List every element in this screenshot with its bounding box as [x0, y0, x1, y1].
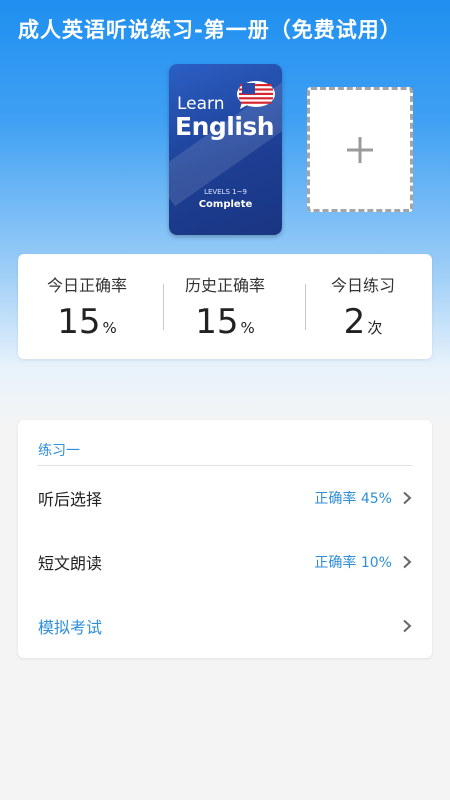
stat-label: 今日练习: [330, 276, 395, 295]
practice-item-read-aloud[interactable]: 短文朗读 正确率 10%: [38, 547, 412, 577]
book-levels-text: LEVELS 1~9: [204, 188, 247, 196]
stat-today-practice: 今日练习 2次: [294, 254, 432, 359]
stat-number: 2: [343, 302, 366, 342]
book-learn-text: Learn: [177, 94, 225, 114]
stat-label: 今日正确率: [46, 276, 127, 295]
practice-item-mock-exam[interactable]: 模拟考试: [38, 611, 412, 641]
add-book-button[interactable]: [307, 87, 413, 212]
book-english-text: English: [175, 112, 275, 141]
plus-icon: [347, 136, 373, 163]
practice-item-rate: 正确率 10%: [314, 555, 392, 571]
stat-number: 15: [57, 302, 101, 342]
practice-item-listen-choose[interactable]: 听后选择 正确率 45%: [38, 483, 412, 513]
stat-unit: %: [102, 319, 117, 337]
practice-item-label: 模拟考试: [38, 618, 103, 637]
chevron-right-icon: [403, 491, 412, 505]
chevron-right-icon: [403, 555, 412, 569]
book-cover[interactable]: Learn English LEVELS 1~9 Complete: [169, 64, 282, 235]
us-flag-icon: [237, 81, 275, 109]
stat-today-accuracy: 今日正确率 15%: [18, 254, 156, 359]
stat-value: 15%: [18, 302, 156, 342]
stat-label: 历史正确率: [184, 276, 265, 295]
practice-card: 练习一 听后选择 正确率 45% 短文朗读 正确率 10% 模拟考试: [18, 420, 432, 658]
practice-item-label: 短文朗读: [38, 554, 103, 573]
chevron-right-icon: [403, 619, 412, 633]
stat-value: 15%: [156, 302, 294, 342]
section-title: 练习一: [38, 443, 80, 459]
stats-card: 今日正确率 15% 历史正确率 15% 今日练习 2次: [18, 254, 432, 359]
stat-number: 15: [195, 302, 239, 342]
page-title: 成人英语听说练习-第一册（免费试用）: [18, 18, 402, 42]
practice-item-label: 听后选择: [38, 490, 103, 509]
stat-history-accuracy: 历史正确率 15%: [156, 254, 294, 359]
stat-unit: %: [240, 319, 255, 337]
book-complete-text: Complete: [198, 199, 253, 210]
stat-value: 2次: [294, 302, 432, 342]
practice-item-rate: 正确率 45%: [314, 491, 392, 507]
section-divider: [38, 465, 412, 466]
stat-unit: 次: [367, 319, 383, 337]
